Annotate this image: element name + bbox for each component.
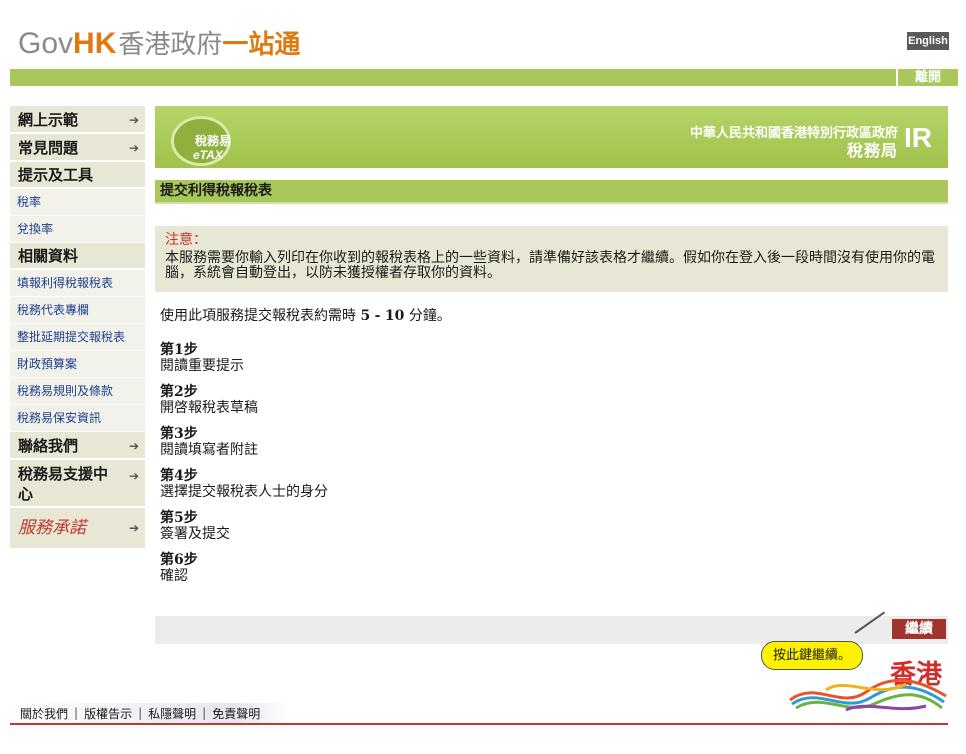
step-item: 第6步 確認	[160, 552, 328, 594]
step-number: 第6步	[160, 552, 198, 568]
etax-logo-en: eTAX	[193, 148, 223, 162]
step-text: 選擇提交報稅表人士的身分	[160, 484, 328, 500]
step-text: 閱讀填寫者附註	[160, 442, 258, 458]
header-banner: 稅務易 eTAX 中華人民共和國香港特別行政區政府 稅務局 IR	[155, 106, 948, 168]
sidebar-item-block-extension[interactable]: 整批延期提交報稅表	[10, 324, 145, 351]
sidebar-item-terms[interactable]: 稅務易規則及條款	[10, 378, 145, 405]
etax-logo-zh: 稅務易	[195, 134, 232, 148]
arrow-right-icon: ➔	[128, 141, 139, 155]
footer-separator: |	[74, 706, 79, 720]
footer-separator: |	[202, 706, 207, 720]
brand-hk-ribbon-icon	[789, 678, 947, 712]
footer-link-about[interactable]: 關於我們	[20, 705, 68, 722]
sidebar-item-profits-tax-return[interactable]: 填報利得稅報稅表	[10, 270, 145, 297]
footer-separator: |	[138, 706, 143, 720]
step-text: 簽署及提交	[160, 526, 230, 542]
sidebar-item-tax-representative[interactable]: 稅務代表專欄	[10, 297, 145, 324]
footer-links: 關於我們 | 版權告示 | 私隱聲明 | 免責聲明	[10, 703, 291, 723]
steps-list: 第1步 閱讀重要提示 第2步 開啓報稅表草稿 第3步 閱讀填寫者附註 第4步 選…	[160, 342, 328, 594]
sidebar-item-exchange-rates[interactable]: 兌換率	[10, 216, 145, 243]
notice-box: 注意： 本服務需要你輸入列印在你收到的報稅表格上的一些資料，請準備好該表格才繼續…	[155, 226, 948, 292]
continue-tooltip: 按此鍵繼續。	[761, 641, 863, 670]
page-title: 提交利得稅報稅表	[155, 180, 948, 204]
sidebar-heading-related: 相關資料	[10, 243, 145, 270]
sidebar-item-demo[interactable]: 網上示範 ➔	[10, 106, 145, 134]
footer-divider	[10, 723, 948, 725]
english-button[interactable]: English	[907, 32, 949, 50]
govhk-logo[interactable]: Gov HK 香港政府 一站通	[18, 24, 300, 60]
step-number: 第4步	[160, 468, 198, 484]
sidebar-item-faq[interactable]: 常見問題 ➔	[10, 134, 145, 162]
duration-max: 10	[384, 308, 405, 324]
sidebar-item-label: 稅務易支援中心	[18, 465, 109, 503]
duration-prefix: 使用此項服務提交報稅表約需時	[160, 308, 356, 324]
step-number: 第1步	[160, 342, 198, 358]
sidebar-item-budget[interactable]: 財政預算案	[10, 351, 145, 378]
sidebar-item-contact[interactable]: 聯絡我們 ➔	[10, 432, 145, 460]
arrow-right-icon: ➔	[128, 439, 139, 453]
action-bar	[155, 616, 948, 644]
logo-zh-text-1: 香港政府	[118, 30, 223, 60]
top-bar	[10, 69, 896, 86]
arrow-right-icon: ➔	[128, 469, 139, 483]
logo-zh-text-2: 一站通	[222, 30, 301, 60]
ird-logo-icon: IR	[904, 122, 932, 153]
step-item: 第2步 開啓報稅表草稿	[160, 384, 328, 426]
step-item: 第4步 選擇提交報稅表人士的身分	[160, 468, 328, 510]
footer-link-privacy[interactable]: 私隱聲明	[148, 705, 196, 722]
sidebar-item-label: 服務承諾	[18, 518, 86, 538]
sidebar-heading-tips: 提示及工具	[10, 162, 145, 189]
footer-link-disclaimer[interactable]: 免責聲明	[212, 705, 260, 722]
step-item: 第3步 閱讀填寫者附註	[160, 426, 328, 468]
step-number: 第3步	[160, 426, 198, 442]
footer-link-copyright[interactable]: 版權告示	[84, 705, 132, 722]
sidebar-item-label: 常見問題	[18, 139, 79, 157]
notice-text: 本服務需要你輸入列印在你收到的報稅表格上的一些資料，請準備好該表格才繼續。假如你…	[165, 250, 935, 281]
arrow-right-icon: ➔	[128, 521, 139, 535]
duration-suffix: 分鐘。	[408, 308, 451, 324]
sidebar-item-security[interactable]: 稅務易保安資訊	[10, 405, 145, 432]
sidebar-item-label: 聯絡我們	[18, 437, 79, 455]
etax-logo: 稅務易 eTAX	[169, 112, 239, 168]
step-text: 閱讀重要提示	[160, 358, 244, 374]
step-item: 第1步 閱讀重要提示	[160, 342, 328, 384]
logo-hk-text: HK	[73, 27, 117, 60]
dept-name-line2: 稅務局	[846, 141, 898, 160]
continue-button[interactable]: 繼續	[892, 619, 946, 639]
step-item: 第5步 簽署及提交	[160, 510, 328, 552]
logout-button[interactable]: 離開	[898, 69, 958, 86]
step-number: 第2步	[160, 384, 198, 400]
duration-dash: -	[374, 308, 381, 324]
sidebar-item-pledge[interactable]: 服務承諾 ➔	[10, 508, 145, 548]
step-text: 開啓報稅表草稿	[160, 400, 258, 416]
arrow-right-icon: ➔	[128, 113, 139, 127]
sidebar-item-support[interactable]: 稅務易支援中心 ➔	[10, 460, 145, 508]
sidebar-item-label: 網上示範	[18, 111, 79, 129]
duration-min: 5	[360, 308, 371, 324]
sidebar: 網上示範 ➔ 常見問題 ➔ 提示及工具 稅率 兌換率 相關資料 填報利得稅報稅表…	[10, 106, 145, 548]
notice-label: 注意：	[165, 232, 207, 248]
duration-text: 使用此項服務提交報稅表約需時 5 - 10 分鐘。	[160, 305, 451, 325]
sidebar-item-tax-rates[interactable]: 稅率	[10, 189, 145, 216]
logo-gov-text: Gov	[18, 27, 74, 60]
step-number: 第5步	[160, 510, 198, 526]
step-text: 確認	[160, 568, 188, 584]
